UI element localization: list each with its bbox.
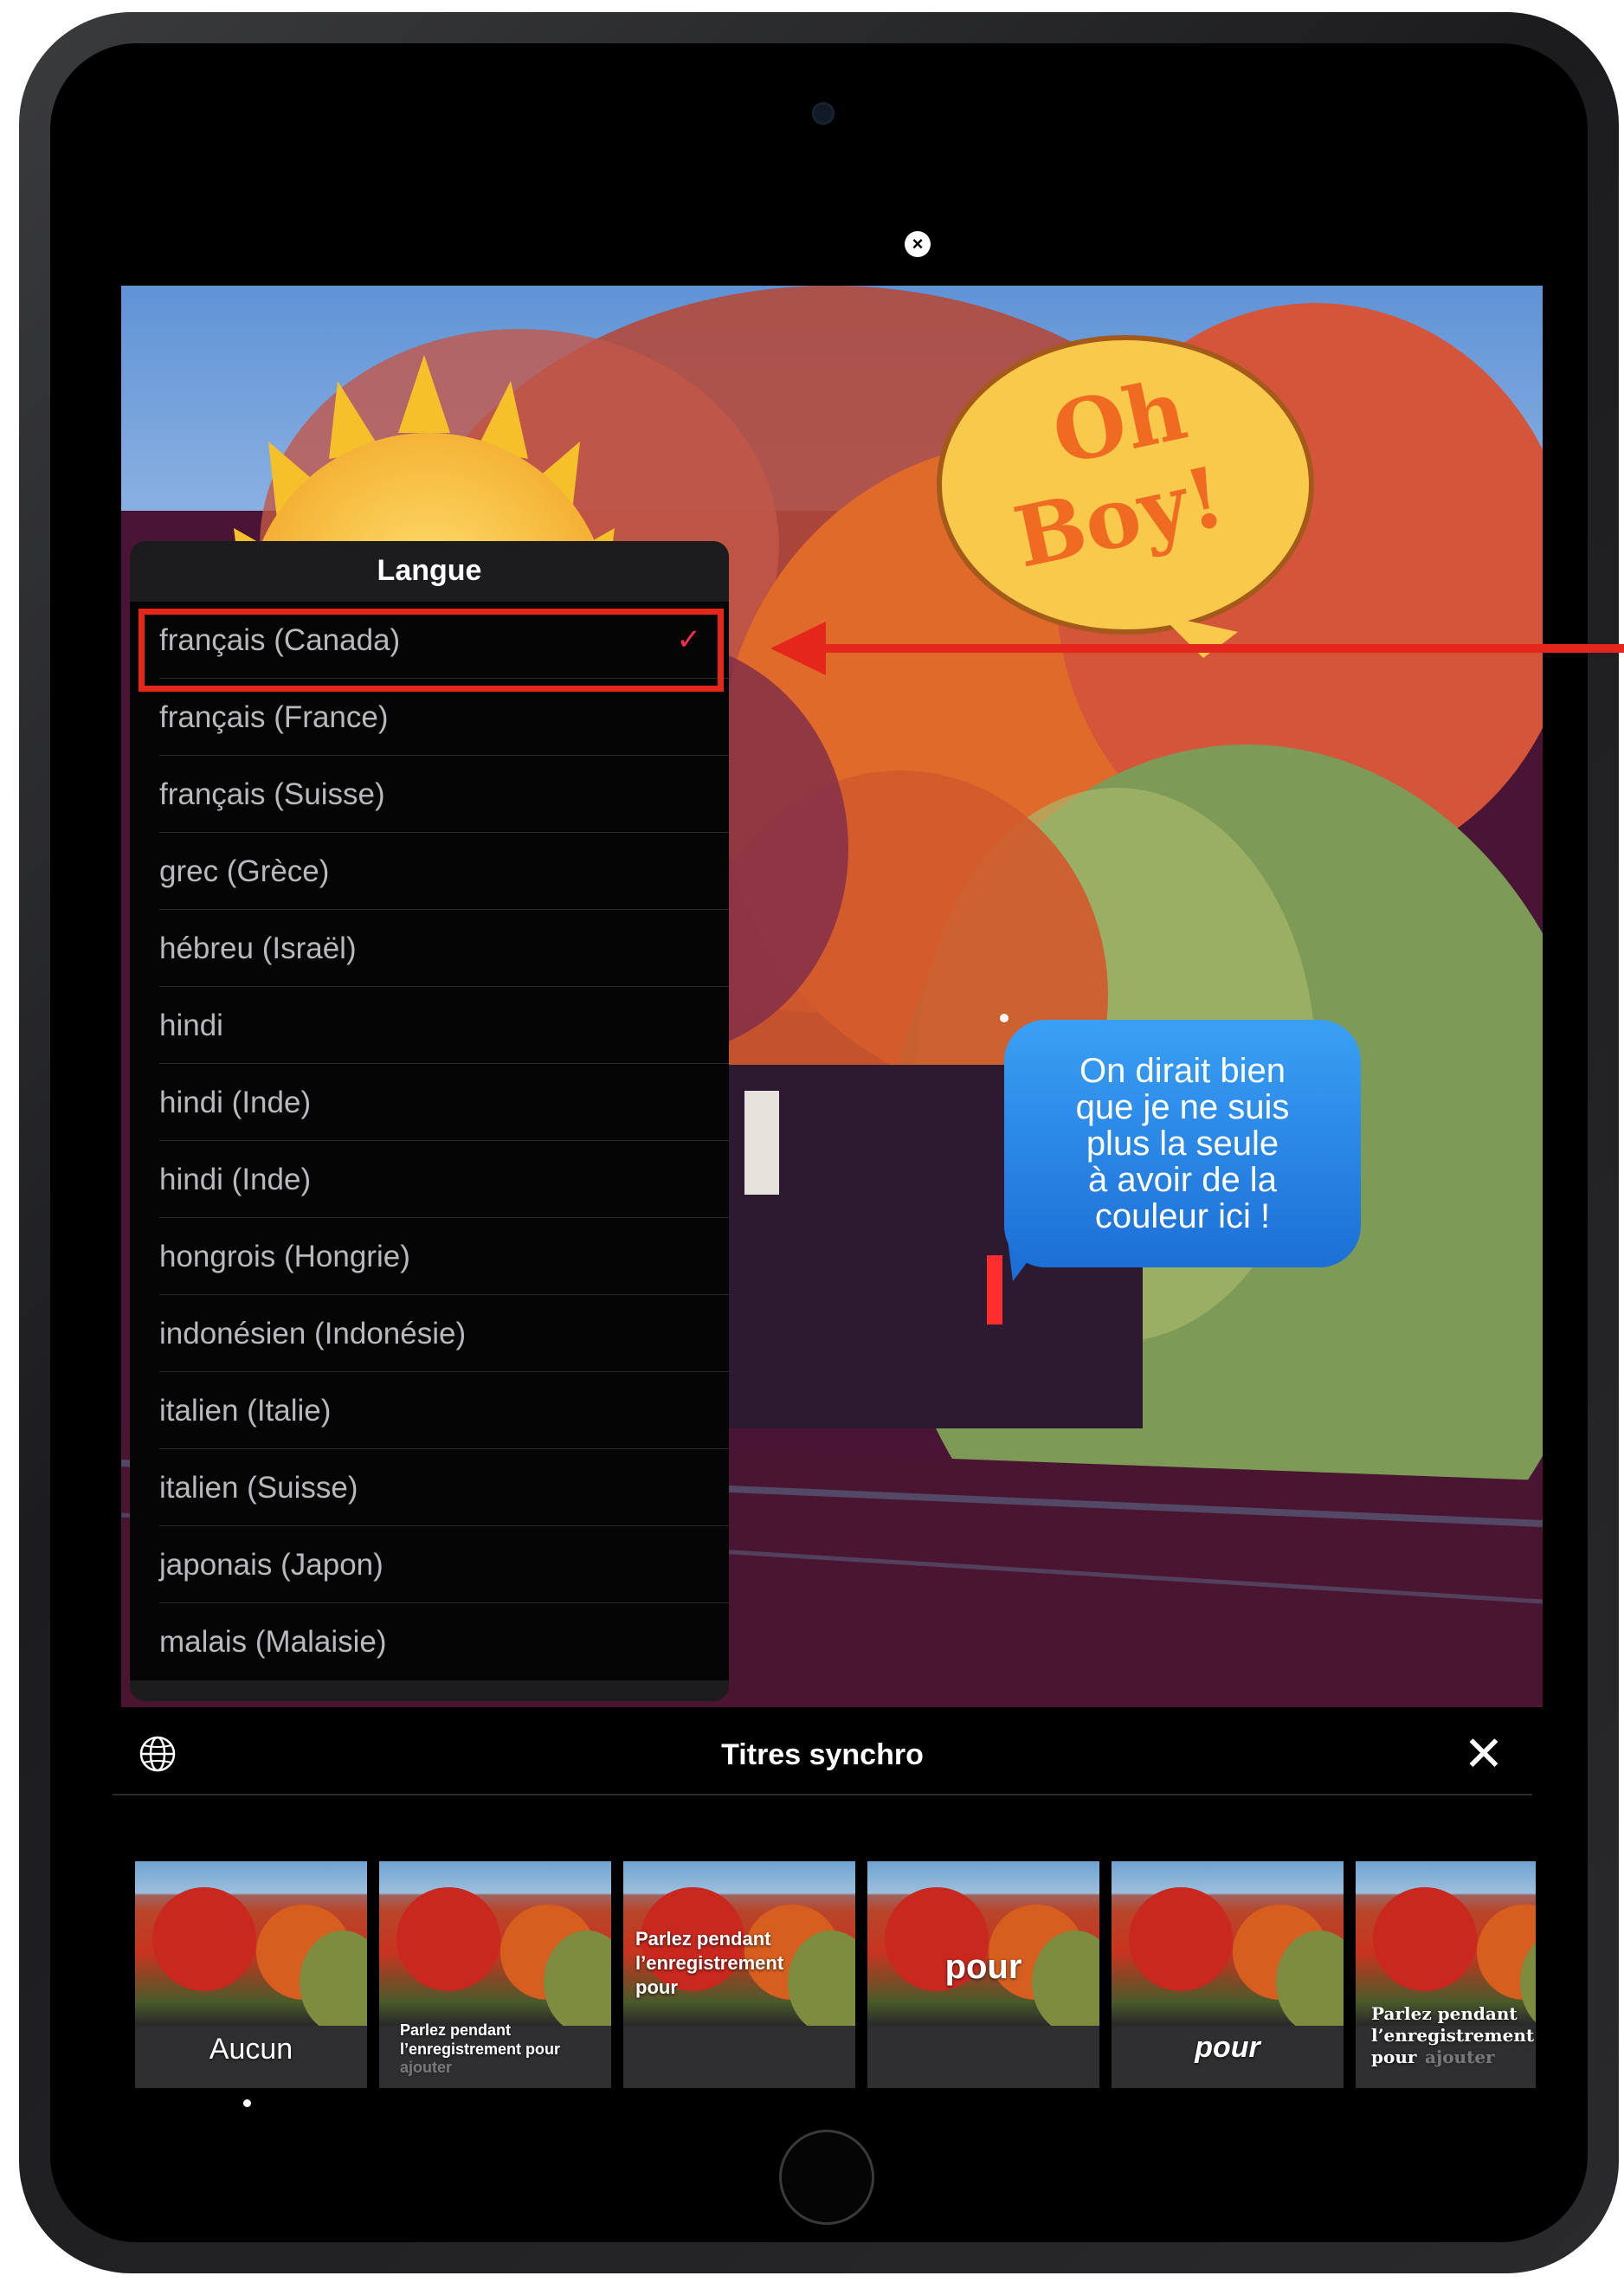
language-label: hindi (Inde) [159,1086,312,1119]
popover-title: Langue [377,554,482,587]
language-item[interactable]: hindi (Inde) [130,1064,729,1141]
language-label: français (Suisse) [159,777,385,811]
annotation-arrow-head [770,622,826,675]
style-caption: Aucun [209,2033,293,2066]
style-caption: Parlez pendant l’enregistrement pour [635,1928,784,1998]
language-item[interactable]: italien (Suisse) [130,1449,729,1526]
language-label: hindi [159,1009,223,1042]
title-style-strip: Aucun Parlez pendant l’enregistrement po… [135,1861,1536,2088]
language-popover: Langue français (Canada) ✓ français (Fran… [130,541,729,1701]
speech-bubble[interactable]: On dirait bien que je ne suis plus la se… [1004,1020,1361,1267]
style-thumbnail[interactable]: pour [1112,1861,1344,2088]
language-label: grec (Grèce) [159,854,330,888]
style-thumbnail[interactable]: pour [867,1861,1099,2088]
language-item[interactable]: français (Suisse) [130,756,729,833]
language-item[interactable]: japonais (Japon) [130,1526,729,1603]
language-label: italien (Suisse) [159,1471,358,1505]
language-label: indonésien (Indonésie) [159,1317,467,1351]
home-button[interactable] [779,2130,874,2225]
selection-indicator [243,2099,251,2107]
style-thumbnail[interactable]: Parlez pendant l’enregistrement pour ajo… [379,1861,611,2088]
style-thumbnail[interactable]: Aucun [135,1861,367,2088]
live-titles-bar: Titres synchro ✕ [113,1716,1532,1795]
language-item[interactable]: hindi [130,987,729,1064]
language-item[interactable]: grec (Grèce) [130,833,729,910]
language-item[interactable]: indonésien (Indonésie) [130,1295,729,1372]
style-caption: pour [1195,2031,1260,2064]
language-item[interactable]: hébreu (Israël) [130,910,729,987]
close-icon[interactable]: ✕ [1458,1728,1510,1780]
language-item[interactable]: hongrois (Hongrie) [130,1218,729,1295]
style-thumbnail[interactable]: Parlez pendant l’enregistrement pour ajo… [1356,1861,1536,2088]
language-label: malais (Malaisie) [159,1625,387,1659]
language-item[interactable]: italien (Italie) [130,1372,729,1449]
style-thumbnail[interactable]: Parlez pendant l’enregistrement pour [623,1861,855,2088]
style-caption-faded: ajouter [1425,2047,1495,2067]
language-label: hébreu (Israël) [159,931,357,965]
language-label: hongrois (Hongrie) [159,1240,410,1273]
language-item[interactable]: malais (Malaisie) [130,1603,729,1680]
language-item[interactable]: hindi (Inde) [130,1141,729,1218]
style-caption: Parlez pendant l’enregistrement pour [400,2021,561,2058]
style-caption: pour [944,1948,1022,1986]
language-label: hindi (Inde) [159,1163,312,1196]
annotation-arrow-line [805,644,1624,653]
language-label: japonais (Japon) [159,1548,383,1582]
close-icon[interactable]: × [905,231,931,257]
style-caption-faded: ajouter [400,2059,453,2076]
front-camera [812,102,835,125]
titles-bar-title: Titres synchro [721,1738,924,1771]
language-label: italien (Italie) [159,1394,332,1428]
language-list: français (Canada) ✓ français (France) fra… [130,602,729,1680]
highlight-box [139,609,724,692]
